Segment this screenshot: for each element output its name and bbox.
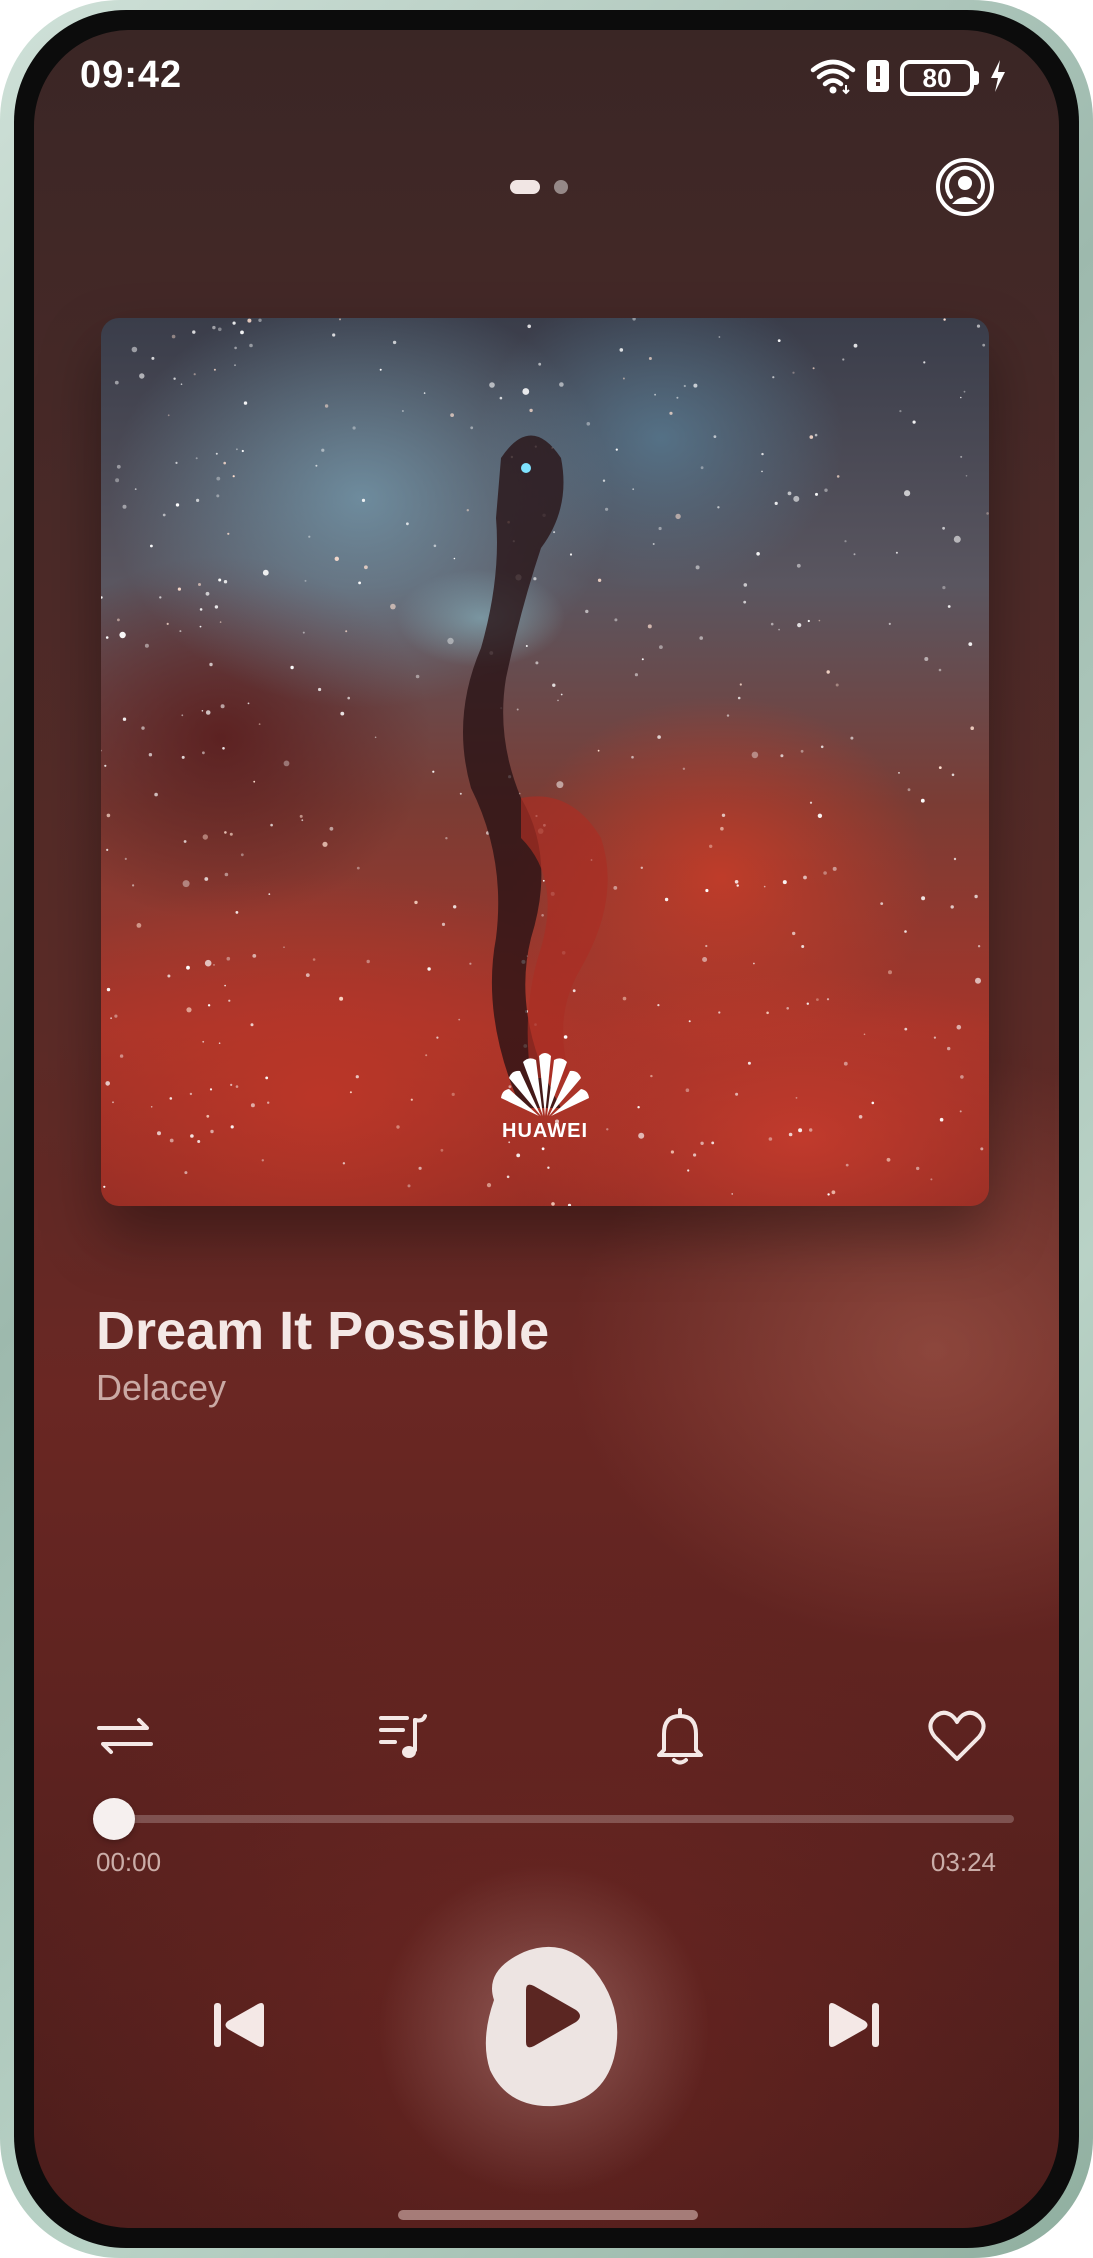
status-bar: 09:42 80 xyxy=(34,30,1059,120)
page-indicator[interactable] xyxy=(510,180,568,194)
progress-slider[interactable] xyxy=(93,1798,1014,1840)
next-icon xyxy=(829,2003,879,2047)
cast-audio-icon xyxy=(936,158,994,216)
huawei-logo: HUAWEI xyxy=(490,1048,600,1143)
favorite-button[interactable] xyxy=(921,1700,993,1772)
song-title: Dream It Possible xyxy=(96,1301,550,1361)
brand-text: HUAWEI xyxy=(502,1120,588,1142)
play-button[interactable] xyxy=(454,1930,634,2110)
shuffle-button[interactable] xyxy=(89,1700,161,1772)
progress-knob[interactable] xyxy=(93,1798,135,1840)
time-elapsed: 00:00 xyxy=(96,1847,162,1877)
page-dot-active[interactable] xyxy=(510,180,540,194)
home-indicator[interactable] xyxy=(398,2210,698,2220)
previous-icon xyxy=(214,2003,264,2047)
alarm-button[interactable] xyxy=(644,1700,716,1772)
battery-level: 80 xyxy=(900,60,974,96)
alert-icon xyxy=(866,59,890,98)
song-artist[interactable]: Delacey xyxy=(96,1367,226,1409)
play-icon xyxy=(485,1946,618,2107)
previous-button[interactable] xyxy=(194,1980,284,2070)
shuffle-icon xyxy=(97,1718,153,1754)
page-dot[interactable] xyxy=(554,180,568,194)
cast-audio-button[interactable] xyxy=(930,152,1000,222)
next-button[interactable] xyxy=(809,1980,899,2070)
status-time: 09:42 xyxy=(80,54,183,96)
music-player-screen: 09:42 80 HUAWEI Dream It Possible Delace… xyxy=(34,30,1059,2228)
battery-icon: 80 xyxy=(900,60,979,96)
album-art[interactable]: HUAWEI xyxy=(101,318,989,1206)
bell-icon xyxy=(657,1708,703,1765)
charging-icon xyxy=(989,59,1007,98)
playlist-icon xyxy=(379,1714,427,1758)
action-row xyxy=(34,1700,1059,1772)
heart-icon xyxy=(928,1710,986,1761)
time-total: 03:24 xyxy=(930,1847,996,1877)
playlist-button[interactable] xyxy=(367,1700,439,1772)
status-icons: 80 xyxy=(810,56,1007,100)
wifi-icon xyxy=(810,57,856,100)
